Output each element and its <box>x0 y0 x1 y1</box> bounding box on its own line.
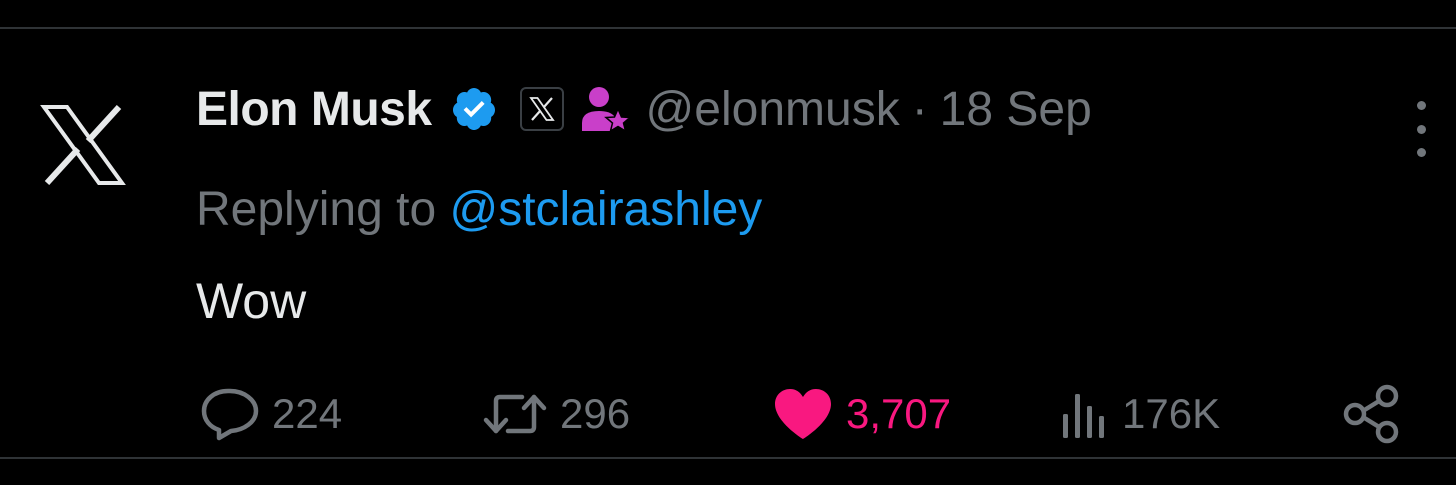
more-vertical-icon <box>1416 101 1426 110</box>
share-button[interactable] <box>1340 384 1402 444</box>
more-vertical-icon-dot <box>1416 124 1426 134</box>
reply-target-link[interactable]: @stclairashley <box>449 183 762 236</box>
tweet-header: Elon Musk @elonmusk · 18 Sep <box>196 79 1092 139</box>
person-star-icon[interactable] <box>580 85 630 133</box>
separator-dot: · <box>911 82 928 136</box>
repost-count: 296 <box>560 390 631 437</box>
tweet[interactable]: Elon Musk @elonmusk · 18 Sep Replying to… <box>0 29 1456 457</box>
tweet-text: Wow <box>196 273 307 329</box>
replying-to-line: Replying to @stclairashley <box>196 182 762 237</box>
replying-to-label: Replying to <box>196 183 450 236</box>
x-affiliation-icon <box>528 97 555 121</box>
bottom-divider <box>0 457 1456 459</box>
x-logo-icon <box>40 104 126 186</box>
heart-icon <box>775 389 831 439</box>
share-icon <box>1343 384 1399 444</box>
views-button[interactable]: 176K <box>1060 384 1220 444</box>
author-handle[interactable]: @elonmusk <box>646 82 900 137</box>
x-logo-avatar[interactable] <box>40 104 126 186</box>
reply-icon <box>201 388 259 441</box>
more-vertical-icon-dot <box>1416 148 1426 157</box>
like-count: 3,707 <box>846 390 952 437</box>
repost-icon <box>483 394 547 434</box>
reply-button[interactable]: 224 <box>200 384 342 444</box>
repost-button[interactable]: 296 <box>482 384 630 444</box>
reply-count: 224 <box>272 390 343 437</box>
like-button[interactable]: 3,707 <box>772 384 951 444</box>
views-icon <box>1063 394 1104 438</box>
verified-badge-icon[interactable] <box>450 85 498 133</box>
x-affiliation-badge[interactable] <box>519 87 564 131</box>
more-options-button[interactable] <box>1408 101 1434 157</box>
timestamp[interactable]: 18 Sep <box>940 82 1092 137</box>
author-name[interactable]: Elon Musk <box>196 82 432 137</box>
views-count: 176K <box>1122 390 1221 437</box>
